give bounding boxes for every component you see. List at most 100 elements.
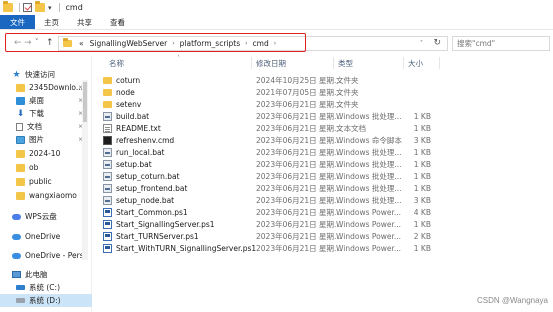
sidebar-item-label: public [29,177,52,186]
breadcrumb-overflow[interactable]: « [79,39,84,48]
column-divider[interactable] [403,57,404,69]
tab-file[interactable]: 文件 [0,15,35,29]
sidebar-item-ob[interactable]: ob [0,161,92,174]
file-row-setup-node-bat[interactable]: setup_node.bat 2023年06月21日 星期... Windows… [93,195,553,207]
file-row-setup-bat[interactable]: setup.bat 2023年06月21日 星期... Windows 批处理.… [93,159,553,171]
file-name: README.txt [116,124,161,134]
sidebar-item-public[interactable]: public [0,175,92,188]
desktop-icon [16,96,25,105]
sidebar-item-onedrive-personal[interactable]: OneDrive - Perso [0,249,92,262]
sidebar-item-label: 2345Downlo... [29,83,84,92]
sidebar-item-label: 系统 (D:) [29,296,61,305]
sidebar-item-wps-cloud[interactable]: WPS云盘 [0,210,92,223]
file-size: 1 KB [413,172,431,182]
column-header-date[interactable]: 修改日期 [256,56,286,70]
file-date: 2023年06月21日 星期... [256,148,341,158]
sidebar-item-quick-access[interactable]: ★ 快速访问 [0,68,92,81]
file-type: 文件夹 [336,88,359,98]
file-row-start-turnserver-ps1[interactable]: Start_TURNServer.ps1 2023年06月21日 星期... W… [93,231,553,243]
address-bar[interactable]: « SignallingWebServer › platform_scripts… [58,36,448,51]
powershell-file-icon [103,208,112,218]
scrollbar-thumb[interactable] [83,82,87,122]
quick-access-dropdown-icon[interactable]: ▾ [48,4,52,12]
new-folder-icon[interactable] [35,1,45,12]
tab-home[interactable]: 主页 [35,15,68,29]
sidebar-item-label: OneDrive - Perso [25,251,89,260]
address-dropdown-icon[interactable]: ˅ [420,40,423,47]
file-row-build-bat[interactable]: build.bat 2023年06月21日 星期... Windows 批处理.… [93,111,553,123]
sidebar-item-label: 此电脑 [25,270,48,279]
file-name: Start_WithTURN_SignallingServer.ps1 [116,244,256,254]
file-date: 2023年06月21日 星期... [256,112,341,122]
file-type: Windows 批处理... [336,160,402,170]
sidebar-item-2345downloads[interactable]: 2345Downlo... ⨯ [0,81,92,94]
watermark: CSDN @Wangnaya [477,296,548,305]
search-input[interactable]: 搜索"cmd" [452,36,550,51]
column-header-size[interactable]: 大小 [408,56,423,70]
file-type: 文件夹 [336,100,359,110]
file-name: Start_TURNServer.ps1 [116,232,199,242]
sidebar-item-downloads[interactable]: ⬇ 下载 ⨯ [0,107,92,120]
sidebar-item-desktop[interactable]: 桌面 ⨯ [0,94,92,107]
file-size: 1 KB [413,124,431,134]
chevron-right-icon[interactable]: › [274,40,276,47]
file-row-start-signallingserver-ps1[interactable]: Start_SignallingServer.ps1 2023年06月21日 星… [93,219,553,231]
breadcrumb-signallingwebserver[interactable]: SignallingWebServer [90,39,168,48]
file-date: 2023年06月21日 星期... [256,208,341,218]
file-row-start-withturn-signallingserver-ps1[interactable]: Start_WithTURN_SignallingServer.ps1 2023… [93,243,553,255]
search-placeholder: 搜索"cmd" [457,39,496,48]
tab-share[interactable]: 共享 [68,15,101,29]
up-arrow-icon[interactable]: ↑ [46,38,54,48]
sidebar-item-drive-d[interactable]: 系统 (D:) [0,294,92,307]
column-header-name[interactable]: 名称 [109,56,124,70]
column-divider[interactable] [439,57,440,69]
recent-locations-icon[interactable]: ˅ [35,38,39,46]
powershell-file-icon [103,244,112,254]
refresh-icon[interactable]: ↻ [433,38,441,48]
file-row-run-local-bat[interactable]: run_local.bat 2023年06月21日 星期... Windows … [93,147,553,159]
file-row-coturn[interactable]: coturn 2024年10月25日 星期... 文件夹 [93,75,553,87]
file-row-start-common-ps1[interactable]: Start_Common.ps1 2023年06月21日 星期... Windo… [93,207,553,219]
sidebar-item-wangxiaomo[interactable]: wangxiaomo [0,189,92,202]
sidebar-scrollbar[interactable] [82,80,88,260]
file-type: Windows 命令脚本 [336,136,402,146]
tab-view[interactable]: 查看 [101,15,134,29]
sidebar-item-onedrive[interactable]: OneDrive [0,230,92,243]
properties-icon[interactable] [23,3,32,12]
file-date: 2024年10月25日 星期... [256,76,341,86]
column-divider[interactable] [251,57,252,69]
sidebar-item-documents[interactable]: 文档 ⨯ [0,120,92,133]
folder-icon [16,83,25,92]
navigation-pane: ★ 快速访问 2345Downlo... ⨯ 桌面 ⨯ ⬇ 下载 ⨯ 文档 ⨯ … [0,56,92,312]
column-divider[interactable] [333,57,334,69]
chevron-right-icon[interactable]: › [245,40,247,47]
sidebar-item-label: 下载 [29,109,44,118]
folder-icon [16,163,25,172]
file-date: 2023年06月21日 星期... [256,220,341,230]
file-size: 1 KB [413,160,431,170]
sidebar-item-2024-10[interactable]: 2024-10 [0,147,92,160]
file-row-refreshenv-cmd[interactable]: refreshenv.cmd 2023年06月21日 星期... Windows… [93,135,553,147]
breadcrumb-cmd[interactable]: cmd [253,39,269,48]
folder-icon [103,89,112,96]
back-arrow-icon[interactable]: ← [14,38,22,48]
file-row-setenv[interactable]: setenv 2023年06月21日 星期... 文件夹 [93,99,553,111]
file-size: 1 KB [413,244,431,254]
file-type: Windows 批处理... [336,172,402,182]
sidebar-item-label: 桌面 [29,96,44,105]
chevron-right-icon[interactable]: › [172,40,174,47]
breadcrumb-platform-scripts[interactable]: platform_scripts [180,39,240,48]
sidebar-item-drive-c[interactable]: 系统 (C:) [0,281,92,294]
sidebar-item-pictures[interactable]: 图片 ⨯ [0,133,92,146]
file-row-readme-txt[interactable]: README.txt 2023年06月21日 星期... 文本文档 1 KB [93,123,553,135]
drive-icon [16,285,25,290]
sidebar-item-this-pc[interactable]: 此电脑 [0,268,92,281]
column-header-type[interactable]: 类型 [338,56,353,70]
sidebar-item-label: 2024-10 [29,149,61,158]
forward-arrow-icon[interactable]: → [24,38,32,48]
powershell-file-icon [103,220,112,230]
file-row-node[interactable]: node 2021年07月05日 星期... 文件夹 [93,87,553,99]
file-row-setup-frontend-bat[interactable]: setup_frontend.bat 2023年06月21日 星期... Win… [93,183,553,195]
file-row-setup-coturn-bat[interactable]: setup_coturn.bat 2023年06月21日 星期... Windo… [93,171,553,183]
ribbon-tabs: 文件 主页 共享 查看 [0,15,553,30]
